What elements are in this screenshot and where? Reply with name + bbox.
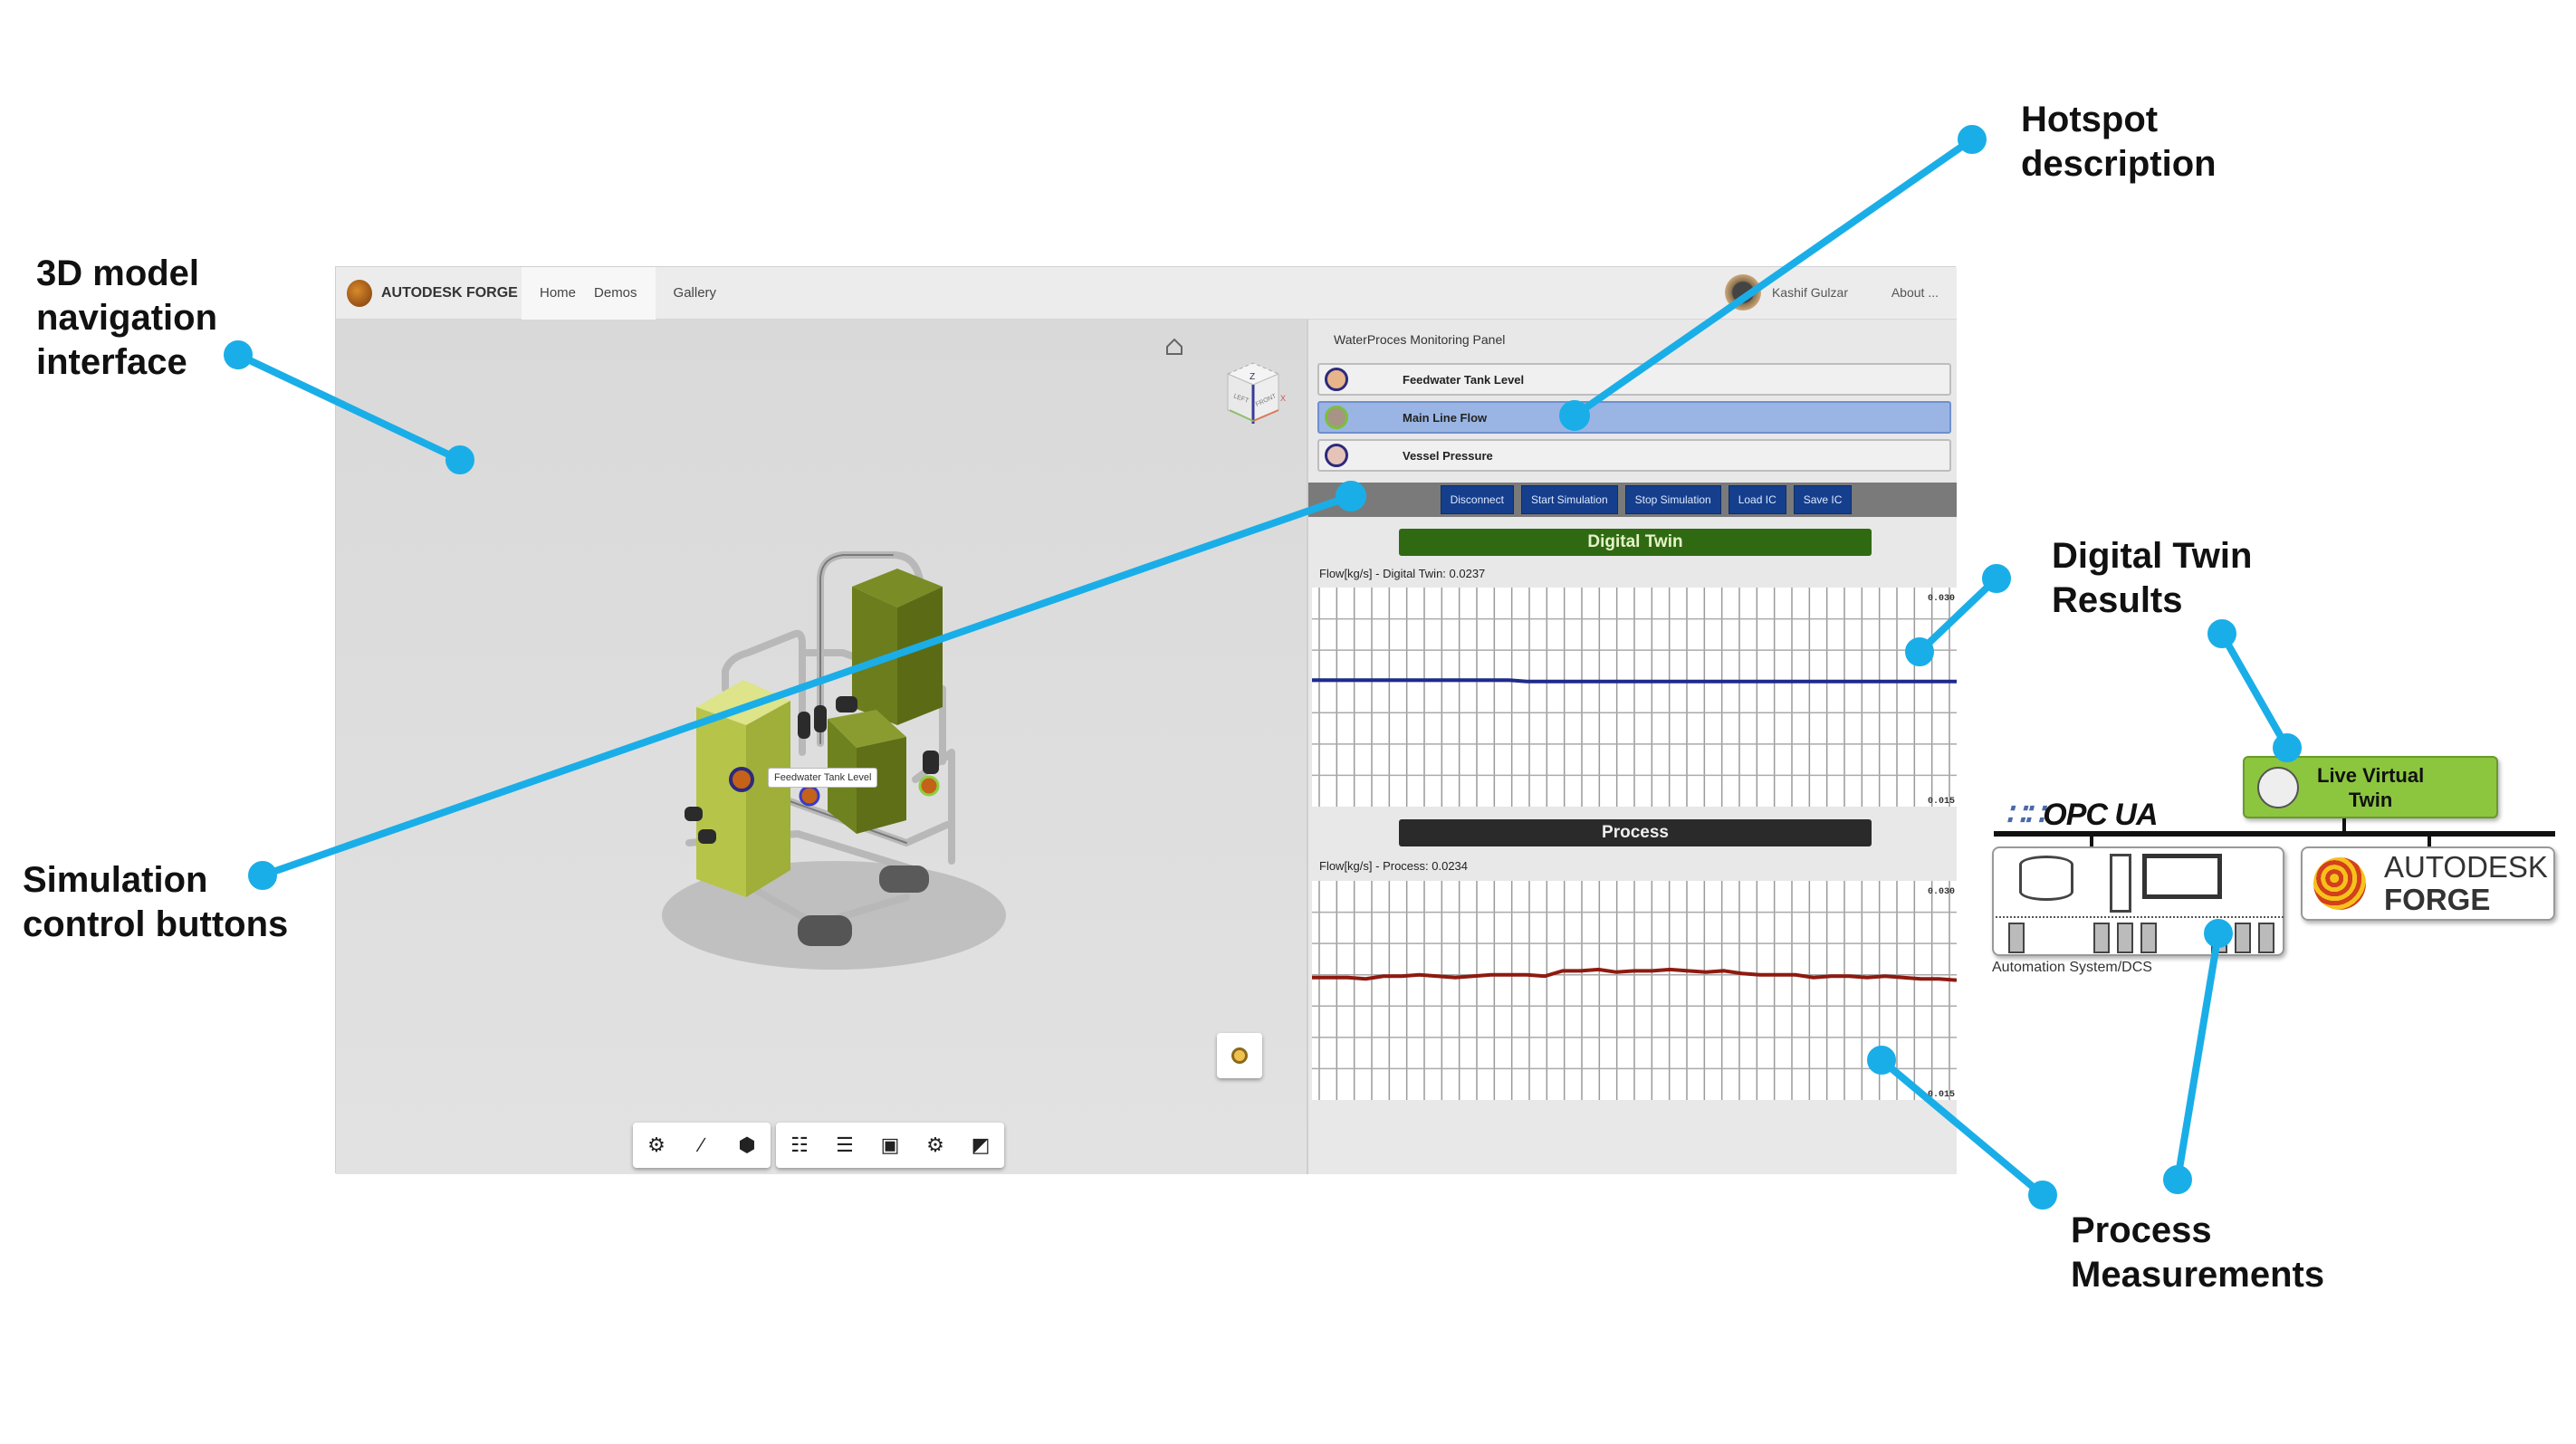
status-dot-icon <box>1325 444 1348 467</box>
process-chart: 0.030 0.015 <box>1312 881 1957 1100</box>
bus-connector <box>2090 835 2093 847</box>
hotspot-vessel-pressure[interactable] <box>799 785 820 807</box>
digital-twin-header: Digital Twin <box>1399 529 1872 556</box>
explode-icon[interactable]: ⬢ <box>733 1131 761 1160</box>
nav-gallery-label: Gallery <box>673 285 717 301</box>
avatar <box>1724 274 1761 311</box>
stop-simulation-button[interactable]: Stop Simulation <box>1624 485 1721 514</box>
forge-logo-text-2: FORGE <box>2384 883 2491 916</box>
digital-twin-chart-title: Flow[kg/s] - Digital Twin: 0.0237 <box>1319 567 1486 580</box>
base-cylinder <box>798 915 852 946</box>
io-module-icon <box>2008 923 2025 953</box>
monitoring-panel: WaterProces Monitoring Panel Feedwater T… <box>1307 320 1957 1174</box>
automation-label: Automation System/DCS <box>1992 960 2152 975</box>
model-browser-icon[interactable]: ☷ <box>785 1131 814 1160</box>
simulation-controls: Disconnect Start Simulation Stop Simulat… <box>1308 483 1957 517</box>
y-tick-max: 0.030 <box>1928 887 1955 897</box>
io-module-icon <box>2093 923 2110 953</box>
bus-connector <box>2428 835 2431 847</box>
hotspot-label: Vessel Pressure <box>1403 448 1493 463</box>
io-module-icon <box>2117 923 2133 953</box>
about-link[interactable]: About ... <box>1891 285 1939 300</box>
monitor-icon <box>2142 854 2222 899</box>
hotspot-row-main-line-flow[interactable]: Main Line Flow <box>1317 401 1951 434</box>
process-chart-title: Flow[kg/s] - Process: 0.0234 <box>1319 859 1469 873</box>
annotation-nav-interface: 3D model navigation interface <box>36 253 218 382</box>
annotation-process: Process Measurements <box>2071 1210 2325 1295</box>
digital-twin-chart: 0.030 0.015 <box>1312 588 1957 807</box>
forge-logo-icon <box>2313 857 2366 910</box>
opc-ua-text: OPC UA <box>2043 798 2158 832</box>
viewcube[interactable]: Z X LEFT FRONT <box>1226 362 1286 424</box>
forge-logo-text-1: AUTODESK <box>2384 850 2548 884</box>
3d-viewer[interactable]: Z X LEFT FRONT Feedwater Tank Level <box>336 320 1307 1174</box>
viewer-canvas[interactable]: Z X LEFT FRONT <box>336 320 1307 1174</box>
brand-name: AUTODESK FORGE <box>381 284 518 301</box>
annotation-dt-results: Digital Twin Results <box>2052 536 2253 620</box>
user-menu[interactable]: Kashif Gulzar <box>1724 274 1848 311</box>
pin-icon <box>1231 1047 1248 1064</box>
navigation-tool-group: ⚙ ∕ ⬢ <box>633 1123 771 1168</box>
viewcube-z-label: Z <box>1250 372 1255 382</box>
autodesk-forge-box: AUTODESK FORGE <box>2301 846 2555 921</box>
nav-home-label: Home <box>540 285 577 301</box>
nav-demos-label: Demos <box>594 285 637 301</box>
viewer-toolbar: ⚙ ∕ ⬢ ☷ ☰ ▣ ⚙ ◩ <box>633 1123 1004 1168</box>
io-module-icon <box>2140 923 2157 953</box>
process-header: Process <box>1399 819 1872 846</box>
status-dot-icon <box>1325 406 1348 429</box>
hotspot-row-feedwater-tank-level[interactable]: Feedwater Tank Level <box>1317 363 1951 396</box>
hotspot-feedwater-tank[interactable] <box>729 767 754 792</box>
y-tick-min: 0.015 <box>1928 1090 1955 1100</box>
save-ic-button[interactable]: Save IC <box>1793 485 1853 514</box>
hotspot-row-vessel-pressure[interactable]: Vessel Pressure <box>1317 439 1951 472</box>
io-module-icon <box>2235 923 2251 953</box>
hotspot-label: Main Line Flow <box>1403 410 1488 425</box>
io-module-icon <box>2211 923 2227 953</box>
hotspot-label: Feedwater Tank Level <box>1403 372 1525 387</box>
app-header: AUTODESK FORGE Home Demos Gallery Kashif… <box>336 266 1957 320</box>
automation-system-box <box>1992 846 2284 956</box>
fieldbus-line <box>1996 916 2284 918</box>
forge-app-window: AUTODESK FORGE Home Demos Gallery Kashif… <box>335 266 1957 1174</box>
disconnect-button[interactable]: Disconnect <box>1440 485 1514 514</box>
brand-logo[interactable]: AUTODESK FORGE <box>336 267 522 320</box>
hotspot-main-line-flow[interactable] <box>918 775 940 797</box>
measure-icon[interactable]: ∕ <box>687 1131 716 1160</box>
load-ic-button[interactable]: Load IC <box>1728 485 1786 514</box>
panel-title: WaterProces Monitoring Panel <box>1334 332 1506 347</box>
plant-icon <box>2257 766 2299 808</box>
fullscreen-icon[interactable]: ◩ <box>966 1131 995 1160</box>
annotation-sim-buttons: Simulation control buttons <box>23 860 289 944</box>
annotation-hotspot: Hotspot description <box>2021 100 2217 184</box>
y-tick-max: 0.030 <box>1928 594 1955 604</box>
nav-gallery[interactable]: Gallery <box>656 267 735 320</box>
y-tick-min: 0.015 <box>1928 797 1955 807</box>
opc-ua-logo: ∷∷OPC UA <box>2006 798 2159 832</box>
live-virtual-twin-box: Live Virtual Twin <box>2243 756 2498 818</box>
properties-icon[interactable]: ▣ <box>876 1131 905 1160</box>
start-simulation-button[interactable]: Start Simulation <box>1520 485 1618 514</box>
nav-demos[interactable]: Demos <box>594 266 656 320</box>
model-tool-group: ☷ ☰ ▣ ⚙ ◩ <box>776 1123 1004 1168</box>
layers-icon[interactable]: ☰ <box>830 1131 859 1160</box>
home-icon[interactable] <box>1166 338 1183 355</box>
viewcube-x-label: X <box>1280 394 1286 403</box>
series-line <box>1312 678 1957 684</box>
hotspot-tooltip: Feedwater Tank Level <box>768 768 878 788</box>
hotspot-pin-button[interactable] <box>1217 1033 1262 1078</box>
plant-3d-model[interactable] <box>662 551 1006 970</box>
user-name: Kashif Gulzar <box>1771 285 1848 300</box>
server-icon <box>2110 854 2131 913</box>
settings-icon[interactable]: ⚙ <box>921 1131 950 1160</box>
live-twin-label: Live Virtual Twin <box>2317 763 2425 811</box>
status-dot-icon <box>1325 368 1348 391</box>
bus-connector <box>2342 818 2346 833</box>
orbit-icon[interactable]: ⚙ <box>642 1131 671 1160</box>
database-icon <box>2019 856 2073 901</box>
io-module-icon <box>2258 923 2274 953</box>
nav-home[interactable]: Home <box>522 266 595 320</box>
forge-logo-icon <box>347 279 372 307</box>
